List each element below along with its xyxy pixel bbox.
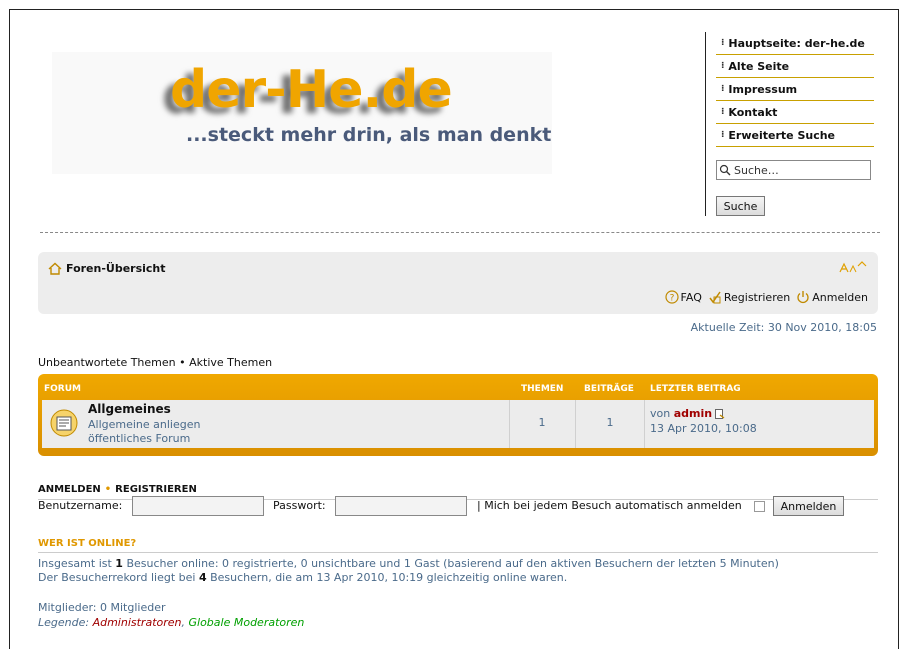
forum-read-icon <box>50 409 78 437</box>
forum-description: Allgemeine anliegen öffentliches Forum <box>88 418 200 446</box>
login-label: Anmelden <box>812 290 868 304</box>
nav-item-label: Kontakt <box>728 105 778 119</box>
register-icon <box>709 291 721 304</box>
forum-title-link[interactable]: Allgemeines <box>88 402 171 416</box>
bullet-icon: ⁝ <box>721 61 725 71</box>
online-stats: Insgesamt ist 1 Besucher online: 0 regis… <box>38 557 779 585</box>
separator: • <box>175 356 190 369</box>
login-link[interactable]: Anmelden <box>796 290 868 304</box>
password-label: Passwort: <box>273 499 326 512</box>
table-row: Allgemeines Allgemeine anliegen öffentli… <box>42 400 874 448</box>
legend-moderators-link[interactable]: Globale Moderatoren <box>189 616 305 629</box>
quick-links: Unbeantwortete Themen • Aktive Themen <box>38 356 272 369</box>
login-header-link[interactable]: ANMELDEN <box>38 484 101 495</box>
col-last-post: Letzter Beitrag <box>650 384 741 394</box>
bullet-icon: ⁝ <box>721 84 725 94</box>
register-header-link[interactable]: REGISTRIEREN <box>115 484 197 495</box>
record-text: Besuchern, die am 13 Apr 2010, 10:19 gle… <box>206 571 568 584</box>
logo-subtitle: ...steckt mehr drin, als man denkt <box>186 124 552 146</box>
col-forum: Forum <box>44 384 81 394</box>
header-divider <box>40 232 880 233</box>
power-icon <box>797 291 809 304</box>
navbar-links: ? FAQ Registrieren Anmelden <box>659 290 868 304</box>
record-text: Der Besucherrekord liegt bei <box>38 571 199 584</box>
legend-administrators-link[interactable]: Administratoren <box>93 616 182 629</box>
bullet-icon: ⁝ <box>721 38 725 48</box>
register-link[interactable]: Registrieren <box>708 290 790 304</box>
bullet-icon: ⁝ <box>721 130 725 140</box>
login-button[interactable]: Anmelden <box>773 496 844 516</box>
last-post: von admin 13 Apr 2010, 10:08 <box>650 406 757 436</box>
posts-count: 1 <box>606 416 614 429</box>
members-count: Mitglieder: 0 Mitglieder <box>38 601 166 614</box>
nav-item-label: Alte Seite <box>728 59 790 73</box>
record-count: 4 <box>198 571 207 584</box>
page-frame: der-He.de ...steckt mehr drin, als man d… <box>9 9 899 649</box>
breadcrumb-label: Foren-Übersicht <box>66 262 166 275</box>
who-is-online-header: WER IST ONLINE? <box>38 538 878 553</box>
col-topics: Themen <box>521 384 564 394</box>
register-label: Registrieren <box>723 290 791 304</box>
auto-login-label: | Mich bei jedem Besuch automatisch anme… <box>477 499 742 512</box>
search-button[interactable]: Suche <box>716 196 765 216</box>
breadcrumb[interactable]: Foren-Übersicht <box>48 262 166 275</box>
online-count: 1 <box>115 557 123 570</box>
svg-text:?: ? <box>669 294 674 304</box>
separator: , <box>181 616 189 629</box>
nav-item-erweiterte-suche[interactable]: ⁝ Erweiterte Suche <box>716 124 874 147</box>
forum-desc-line: öffentliches Forum <box>88 432 191 445</box>
online-text: Besucher online: 0 registrierte, 0 unsic… <box>122 557 779 570</box>
forum-table-header: Forum Themen Beiträge Letzter Beitrag <box>38 374 878 398</box>
username-input[interactable] <box>132 496 264 516</box>
nav-item-kontakt[interactable]: ⁝ Kontakt <box>716 101 874 124</box>
site-logo[interactable]: der-He.de ...steckt mehr drin, als man d… <box>52 52 552 174</box>
nav-item-alte-seite[interactable]: ⁝ Alte Seite <box>716 55 874 78</box>
password-input[interactable] <box>335 496 467 516</box>
side-navigation: ⁝ Hauptseite: der-he.de ⁝ Alte Seite ⁝ Impr… <box>716 32 874 147</box>
forum-table: Forum Themen Beiträge Letzter Beitrag Al… <box>38 374 878 456</box>
col-posts: Beiträge <box>584 384 634 394</box>
last-post-author[interactable]: admin <box>674 407 712 420</box>
unanswered-topics-link[interactable]: Unbeantwortete Themen <box>38 356 176 369</box>
nav-item-label: Erweiterte Suche <box>728 128 836 142</box>
faq-icon: ? <box>664 290 679 304</box>
nav-item-impressum[interactable]: ⁝ Impressum <box>716 78 874 101</box>
legend-label: Legende: <box>38 616 93 629</box>
faq-link[interactable]: ? FAQ <box>664 290 702 304</box>
view-latest-post-icon[interactable] <box>715 409 725 419</box>
online-text: Insgesamt ist <box>38 557 116 570</box>
legend: Legende: Administratoren, Globale Modera… <box>38 615 304 630</box>
faq-label: FAQ <box>680 290 702 304</box>
auto-login-checkbox[interactable] <box>754 501 765 512</box>
username-label: Benutzername: <box>38 499 123 512</box>
login-form: Benutzername: Passwort: | Mich bei jedem… <box>38 496 878 516</box>
cell-divider <box>575 400 576 448</box>
cell-divider <box>509 400 510 448</box>
search-field <box>716 160 871 180</box>
active-topics-link[interactable]: Aktive Themen <box>189 356 272 369</box>
font-resize-icon[interactable] <box>838 260 868 274</box>
navbar: Foren-Übersicht ? FAQ Registrieren Anmel… <box>38 252 878 314</box>
members-info: Mitglieder: 0 Mitglieder Legende: Admini… <box>38 600 304 630</box>
bullet-icon: ⁝ <box>721 107 725 117</box>
last-post-date: 13 Apr 2010, 10:08 <box>650 422 757 435</box>
cell-divider <box>644 400 645 448</box>
logo-title: der-He.de <box>170 60 453 120</box>
search-icon <box>719 164 731 176</box>
home-icon <box>48 262 62 275</box>
nav-item-hauptseite[interactable]: ⁝ Hauptseite: der-he.de <box>716 32 874 55</box>
last-post-prefix: von <box>650 407 674 420</box>
search-input[interactable] <box>731 163 861 177</box>
nav-item-label: Hauptseite: der-he.de <box>728 36 865 50</box>
sidebar-divider <box>705 32 706 216</box>
forum-desc-line: Allgemeine anliegen <box>88 418 201 431</box>
topics-count: 1 <box>538 416 546 429</box>
separator: • <box>104 484 112 495</box>
current-time: Aktuelle Zeit: 30 Nov 2010, 18:05 <box>690 321 877 334</box>
nav-item-label: Impressum <box>728 82 798 96</box>
